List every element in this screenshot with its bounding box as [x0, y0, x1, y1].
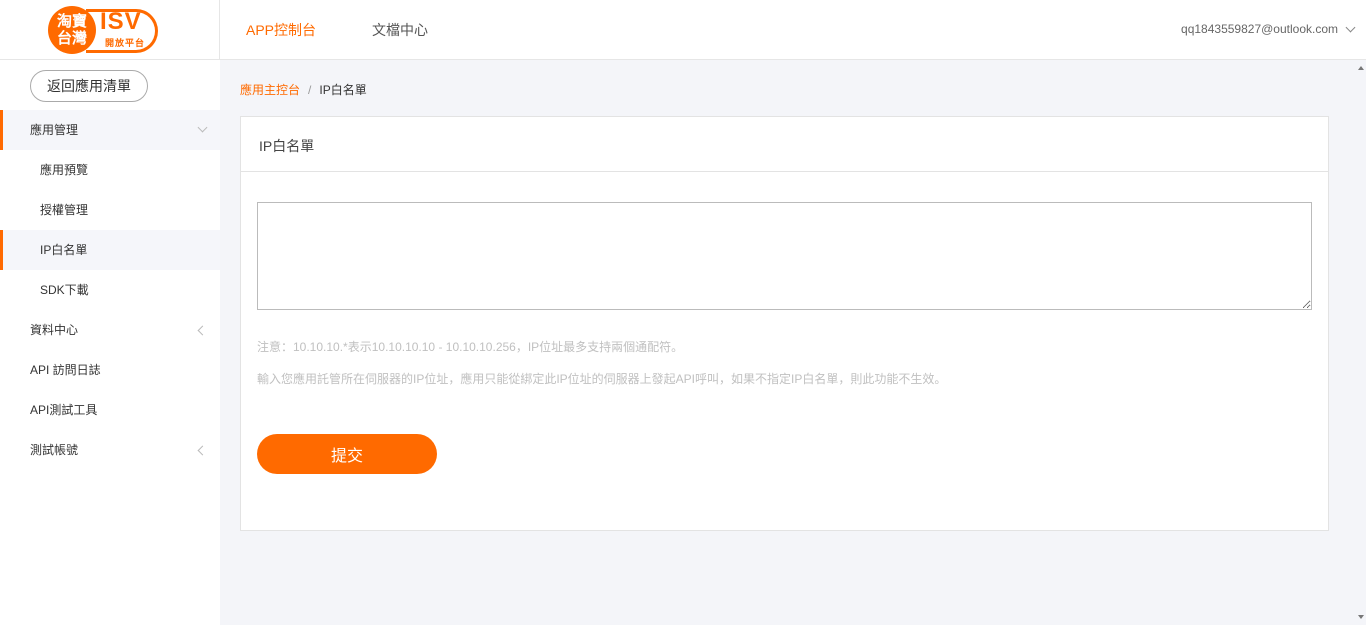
scroll-up-icon[interactable]: [1358, 66, 1364, 70]
logo-sub-text: 開放平台: [105, 38, 146, 48]
logo-brand-bottom: 台灣: [56, 29, 87, 47]
sidebar-item-app-preview[interactable]: 應用預覽: [0, 150, 220, 190]
sidebar-item-sdk-download[interactable]: SDK下載: [0, 270, 220, 310]
sidebar-item-label: SDK下載: [40, 283, 89, 297]
user-email: qq1843559827@outlook.com: [1181, 22, 1338, 36]
logo-isv-text: ISV: [100, 8, 142, 35]
sidebar-item-label: 授權管理: [40, 203, 89, 217]
page-scrollbar[interactable]: [1356, 60, 1366, 625]
sidebar-item-ip-whitelist[interactable]: IP白名單: [0, 230, 220, 270]
wildcard-note: 注意：10.10.10.*表示10.10.10.10 - 10.10.10.25…: [257, 340, 684, 354]
sidebar-item-data-center[interactable]: 資料中心: [0, 310, 220, 350]
logo-area: 淘寶 台灣 ISV 開放平台: [0, 0, 220, 60]
logo-circle: 淘寶 台灣: [48, 6, 96, 54]
panel-header: IP白名單: [241, 117, 1328, 172]
sidebar-item-api-test-tool[interactable]: API測試工具: [0, 390, 220, 430]
sidebar-item-label: API 訪問日誌: [30, 363, 101, 377]
sidebar-item-label: 測試帳號: [30, 443, 79, 457]
sidebar-item-api-access-log[interactable]: API 訪問日誌: [0, 350, 220, 390]
sidebar-item-test-account[interactable]: 測試帳號: [0, 430, 220, 470]
panel-title: IP白名單: [259, 138, 315, 154]
sidebar-item-label: 應用管理: [30, 123, 79, 137]
isv-logo[interactable]: 淘寶 台灣 ISV 開放平台: [48, 5, 158, 55]
sidebar-item-label: API測試工具: [30, 403, 98, 417]
breadcrumb: 應用主控台 / IP白名單: [240, 81, 367, 98]
sidebar-item-label: 應用預覽: [40, 163, 89, 177]
chevron-left-icon: [197, 445, 208, 456]
sidebar: 返回應用清單 應用管理 應用預覽 授權管理 IP白名單 SDK下載 資料中心 A…: [0, 60, 220, 625]
submit-button[interactable]: 提交: [257, 434, 437, 474]
breadcrumb-separator: /: [308, 83, 312, 97]
back-to-app-list-button[interactable]: 返回應用清單: [30, 70, 148, 102]
chevron-down-icon: [1345, 22, 1356, 32]
ip-whitelist-panel: IP白名單 注意：10.10.10.*表示10.10.10.10 - 10.10…: [240, 116, 1329, 531]
logo-brand-top: 淘寶: [56, 12, 87, 30]
top-header: 淘寶 台灣 ISV 開放平台 APP控制台 文檔中心 qq1843559827@…: [0, 0, 1366, 60]
sidebar-item-label: IP白名單: [40, 243, 88, 257]
ip-whitelist-input[interactable]: [257, 202, 1312, 310]
user-menu[interactable]: qq1843559827@outlook.com: [1181, 22, 1356, 36]
tab-doc-center[interactable]: 文檔中心: [372, 20, 428, 40]
sidebar-item-auth-management[interactable]: 授權管理: [0, 190, 220, 230]
active-marker: [0, 230, 3, 270]
chevron-left-icon: [197, 325, 208, 336]
sidebar-item-app-management[interactable]: 應用管理: [0, 110, 220, 150]
tab-app-console[interactable]: APP控制台: [246, 20, 316, 40]
sidebar-item-label: 資料中心: [30, 323, 79, 337]
breadcrumb-current: IP白名單: [319, 83, 367, 97]
active-marker: [0, 110, 3, 150]
chevron-down-icon: [197, 122, 208, 133]
whitelist-description: 輸入您應用託管所在伺服器的IP位址，應用只能從綁定此IP位址的伺服器上發起API…: [257, 372, 947, 386]
scroll-down-icon[interactable]: [1358, 615, 1364, 619]
breadcrumb-parent-link[interactable]: 應用主控台: [240, 83, 300, 97]
